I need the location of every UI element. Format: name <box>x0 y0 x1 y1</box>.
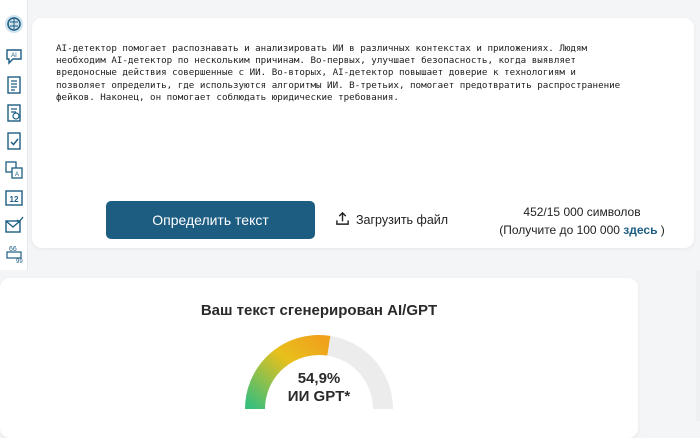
text-input-card: AI-детектор помогает распознавать и анал… <box>32 18 694 248</box>
upsell-text: (Получите до 100 000 здесь ) <box>487 221 677 239</box>
mail-check-icon[interactable] <box>4 216 24 236</box>
quote-icon[interactable]: 66 99 <box>4 243 24 263</box>
upsell-prefix: (Получите до 100 000 <box>499 223 620 237</box>
upload-label: Загрузить файл <box>356 213 449 227</box>
document-check-icon[interactable] <box>4 131 24 151</box>
upload-file-button[interactable]: Загрузить файл <box>335 208 448 232</box>
numbers-icon[interactable]: 12 <box>4 188 24 208</box>
ai-type-label: ИИ GPT* <box>287 388 351 405</box>
character-count: 452/15 000 символов <box>523 205 641 219</box>
document-search-icon[interactable] <box>4 103 24 123</box>
upsell-link[interactable]: здесь <box>623 223 657 237</box>
character-counter: 452/15 000 символов (Получите до 100 000… <box>487 203 677 239</box>
svg-text:AI: AI <box>11 53 17 59</box>
ai-percentage: 54,9% <box>297 370 341 387</box>
result-title: Ваш текст сгенерирован AI/GPT <box>200 302 438 319</box>
document-list-icon[interactable] <box>4 75 24 95</box>
detect-text-button[interactable]: Определить текст <box>106 201 315 239</box>
ai-chat-icon[interactable]: AI <box>4 46 24 66</box>
svg-text:A: A <box>15 172 19 178</box>
text-input-area[interactable]: AI-детектор помогает распознавать и анал… <box>56 43 672 104</box>
page-scroll-edge <box>696 270 700 421</box>
result-card: Ваш текст сгенерирован AI/GPT 54,9% ИИ G… <box>0 278 638 438</box>
upload-icon <box>335 211 350 229</box>
translate-icon[interactable]: A <box>4 160 24 180</box>
sidebar: AI A 12 66 99 <box>0 0 28 270</box>
brain-logo-icon[interactable] <box>4 14 24 34</box>
upsell-suffix: ) <box>660 223 665 237</box>
svg-text:12: 12 <box>10 195 19 204</box>
gauge-value: 54,9% ИИ GPT* <box>243 370 395 406</box>
svg-text:99: 99 <box>16 259 23 263</box>
